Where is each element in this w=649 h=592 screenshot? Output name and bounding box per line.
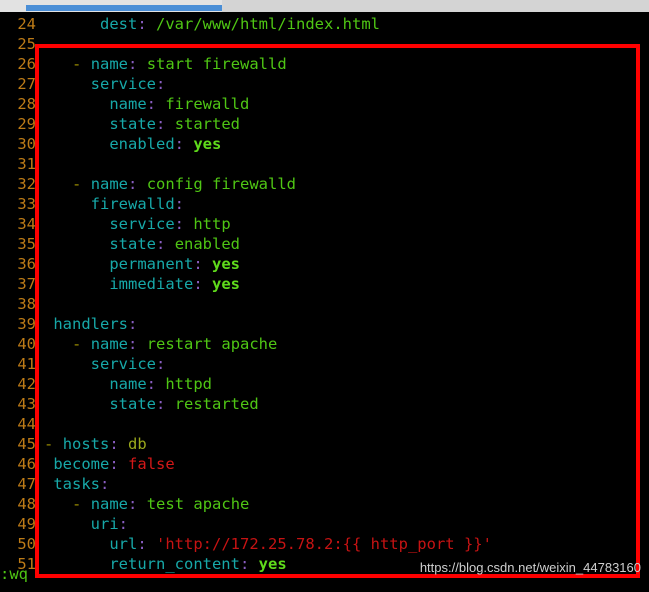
line-number: 32 (17, 175, 36, 193)
line-content: uri: (90, 515, 129, 533)
line-content: name: firewalld (109, 95, 250, 113)
code-line[interactable]: 48 - name: test apache (0, 494, 649, 514)
line-number: 33 (17, 195, 36, 213)
code-line[interactable]: 37 immediate: yes (0, 274, 649, 294)
line-content: handlers: (53, 315, 138, 333)
window-chrome-bar (0, 0, 649, 12)
code-line[interactable]: 45 - hosts: db (0, 434, 649, 454)
code-line[interactable]: 31 (0, 154, 649, 174)
code-line[interactable]: 40 - name: restart apache (0, 334, 649, 354)
line-number: 37 (17, 275, 36, 293)
line-content: service: http (109, 215, 231, 233)
horizontal-scrollbar[interactable] (26, 5, 222, 11)
line-number: 24 (17, 15, 36, 33)
line-number: 48 (17, 495, 36, 513)
vim-buffer[interactable]: 24 dest: /var/www/html/index.html 25 26 - … (0, 14, 649, 574)
code-line[interactable]: 36 permanent: yes (0, 254, 649, 274)
line-content: service: (90, 75, 166, 93)
line-number: 44 (17, 415, 36, 433)
vim-command-line[interactable]: :wq (0, 564, 28, 584)
line-content: - hosts: db (44, 435, 147, 453)
code-line[interactable]: 39 handlers: (0, 314, 649, 334)
line-number: 35 (17, 235, 36, 253)
line-number: 25 (17, 35, 36, 53)
code-line[interactable]: 34 service: http (0, 214, 649, 234)
code-line[interactable]: 41 service: (0, 354, 649, 374)
line-number: 41 (17, 355, 36, 373)
code-line[interactable]: 47 tasks: (0, 474, 649, 494)
code-line[interactable]: 25 (0, 34, 649, 54)
line-number: 39 (17, 315, 36, 333)
line-number: 36 (17, 255, 36, 273)
line-number: 40 (17, 335, 36, 353)
line-content: - name: config firewalld (72, 175, 297, 193)
code-line[interactable]: 38 (0, 294, 649, 314)
line-number: 28 (17, 95, 36, 113)
line-number: 45 (17, 435, 36, 453)
line-content: permanent: yes (109, 255, 241, 273)
line-content: state: started (109, 115, 241, 133)
code-line[interactable]: 44 (0, 414, 649, 434)
code-line[interactable]: 46 become: false (0, 454, 649, 474)
line-number: 38 (17, 295, 36, 313)
code-line[interactable]: 33 firewalld: (0, 194, 649, 214)
line-number: 27 (17, 75, 36, 93)
line-content: - name: test apache (72, 495, 250, 513)
line-content: state: restarted (109, 395, 259, 413)
line-content: state: enabled (109, 235, 241, 253)
code-line[interactable]: 35 state: enabled (0, 234, 649, 254)
line-number: 31 (17, 155, 36, 173)
watermark-text: https://blog.csdn.net/weixin_44783160 (419, 560, 641, 575)
line-number: 50 (17, 535, 36, 553)
line-content: immediate: yes (109, 275, 241, 293)
line-number: 30 (17, 135, 36, 153)
line-number: 29 (17, 115, 36, 133)
code-line[interactable]: 27 service: (0, 74, 649, 94)
code-line[interactable]: 30 enabled: yes (0, 134, 649, 154)
line-number: 46 (17, 455, 36, 473)
code-line[interactable]: 29 state: started (0, 114, 649, 134)
terminal-window[interactable]: 24 dest: /var/www/html/index.html 25 26 - … (0, 14, 649, 592)
line-content: - name: start firewalld (72, 55, 287, 73)
code-line[interactable]: 32 - name: config firewalld (0, 174, 649, 194)
line-content: firewalld: (90, 195, 185, 213)
line-content: - name: restart apache (72, 335, 278, 353)
line-number: 42 (17, 375, 36, 393)
line-content: become: false (53, 455, 175, 473)
code-line[interactable]: 49 uri: (0, 514, 649, 534)
line-number: 43 (17, 395, 36, 413)
line-content: url: 'http://172.25.78.2:{{ http_port }}… (109, 535, 492, 553)
line-content: enabled: yes (109, 135, 222, 153)
line-number: 49 (17, 515, 36, 533)
line-content: name: httpd (109, 375, 213, 393)
code-line[interactable]: 43 state: restarted (0, 394, 649, 414)
code-line[interactable]: 26 - name: start firewalld (0, 54, 649, 74)
code-line[interactable]: 28 name: firewalld (0, 94, 649, 114)
code-line[interactable]: 24 dest: /var/www/html/index.html (0, 14, 649, 34)
line-content: service: (90, 355, 166, 373)
line-number: 26 (17, 55, 36, 73)
code-line[interactable]: 42 name: httpd (0, 374, 649, 394)
line-content: return_content: yes (109, 555, 287, 573)
line-content: dest: /var/www/html/index.html (100, 15, 380, 33)
code-line[interactable]: 50 url: 'http://172.25.78.2:{{ http_port… (0, 534, 649, 554)
line-number: 34 (17, 215, 36, 233)
line-number: 47 (17, 475, 36, 493)
line-content: tasks: (53, 475, 110, 493)
